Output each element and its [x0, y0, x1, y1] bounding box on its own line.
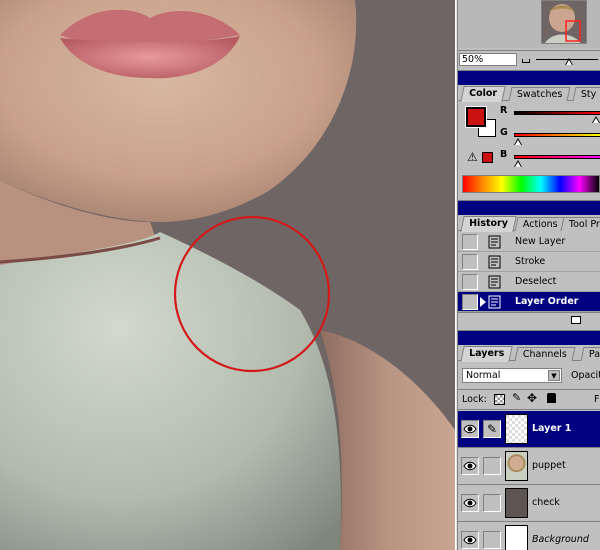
history-panel: History Actions Tool Pr New Layer Stroke D…: [458, 200, 600, 328]
layer-row[interactable]: check: [458, 485, 600, 522]
tab-channels[interactable]: Channels: [514, 347, 576, 361]
layer-thumbnail: [505, 451, 528, 481]
lock-transparent-icon[interactable]: [494, 394, 505, 405]
tab-styles[interactable]: Sty: [572, 87, 600, 101]
layer-name: Layer 1: [532, 423, 572, 434]
tab-swatches[interactable]: Swatches: [508, 87, 571, 101]
tab-layers[interactable]: Layers: [460, 346, 513, 362]
history-item-label: Layer Order: [515, 296, 579, 307]
zoom-slider-handle[interactable]: [565, 58, 573, 65]
tab-color[interactable]: Color: [460, 86, 506, 102]
history-snapshot-box[interactable]: [462, 254, 478, 270]
channel-slider-handle-0[interactable]: [592, 116, 600, 123]
zoom-out-icon[interactable]: [522, 59, 530, 63]
layer-row[interactable]: Background: [458, 522, 600, 550]
history-item[interactable]: Deselect: [458, 272, 600, 292]
channel-slider-1[interactable]: [514, 133, 600, 137]
lock-brush-icon[interactable]: ✎: [512, 391, 521, 404]
layers-panel: Layers Channels Pa Normal ▼ Opacit Lock:…: [458, 330, 600, 550]
layer-thumbnail: [505, 414, 528, 444]
color-panel: Color Swatches Sty ⚠ RGB: [458, 70, 600, 198]
history-snapshot-box[interactable]: [462, 294, 478, 310]
channel-slider-handle-2[interactable]: [514, 160, 522, 167]
warning-triangle-icon[interactable]: ⚠: [467, 151, 478, 163]
navigator-panel: 50%: [458, 0, 600, 68]
color-panel-tabs: Color Swatches Sty: [458, 85, 600, 102]
history-item[interactable]: New Layer: [458, 232, 600, 252]
history-state-icon: [488, 275, 501, 289]
document-canvas[interactable]: [0, 0, 455, 550]
history-panel-button[interactable]: [571, 316, 581, 324]
blend-mode-select[interactable]: Normal ▼: [462, 368, 562, 383]
layer-link-box[interactable]: [483, 494, 501, 512]
visibility-eye-icon[interactable]: [461, 457, 479, 475]
history-snapshot-box[interactable]: [462, 274, 478, 290]
palette-column: 50% Color Swatches Sty ⚠ RGB History Act…: [458, 0, 600, 550]
history-item[interactable]: Layer Order: [458, 292, 600, 312]
brush-icon[interactable]: ✎: [483, 420, 501, 438]
channel-label-1: G: [500, 127, 508, 138]
channel-slider-2[interactable]: [514, 155, 600, 159]
layer-row[interactable]: puppet: [458, 448, 600, 485]
color-ramp[interactable]: [462, 175, 600, 193]
gamut-color-chip[interactable]: [482, 152, 493, 163]
history-item-label: New Layer: [515, 236, 566, 247]
history-panel-titlebar[interactable]: [458, 201, 600, 215]
tab-actions[interactable]: Actions: [514, 217, 567, 231]
channel-slider-0[interactable]: [514, 111, 600, 115]
layer-name: check: [532, 497, 560, 508]
channel-slider-handle-1[interactable]: [514, 138, 522, 145]
navigator-thumbnail[interactable]: [541, 0, 587, 44]
history-item[interactable]: Stroke: [458, 252, 600, 272]
channel-label-2: B: [500, 149, 508, 160]
history-state-marker-icon: [480, 297, 486, 307]
layer-thumbnail: [505, 488, 528, 518]
history-item-label: Deselect: [515, 276, 557, 287]
color-panel-titlebar[interactable]: [458, 71, 600, 85]
tab-tool-presets[interactable]: Tool Pr: [560, 217, 600, 231]
history-state-icon: [488, 255, 501, 269]
history-panel-tabs: History Actions Tool Pr: [458, 215, 600, 232]
lock-all-icon[interactable]: [547, 393, 556, 403]
history-state-icon: [488, 295, 501, 309]
fill-label: F: [594, 394, 600, 405]
opacity-label: Opacit: [571, 370, 600, 381]
history-state-icon: [488, 235, 501, 249]
lock-move-icon[interactable]: ✥: [527, 391, 537, 405]
layer-thumbnail: [505, 525, 528, 550]
layer-link-box[interactable]: [483, 457, 501, 475]
tab-history[interactable]: History: [460, 216, 517, 232]
canvas-image: [0, 0, 455, 550]
visibility-eye-icon[interactable]: [461, 420, 479, 438]
lock-label: Lock:: [462, 394, 487, 405]
layers-panel-titlebar[interactable]: [458, 331, 600, 345]
layer-link-box[interactable]: [483, 531, 501, 549]
history-item-label: Stroke: [515, 256, 546, 267]
zoom-field[interactable]: 50%: [459, 53, 517, 66]
layer-name: puppet: [532, 460, 566, 471]
channel-label-0: R: [500, 105, 508, 116]
foreground-color-swatch[interactable]: [466, 107, 486, 127]
layer-row[interactable]: ✎ Layer 1: [458, 411, 600, 448]
history-snapshot-box[interactable]: [462, 234, 478, 250]
tab-paths[interactable]: Pa: [580, 347, 600, 361]
layers-panel-tabs: Layers Channels Pa: [458, 345, 600, 362]
layer-name: Background: [532, 534, 589, 545]
visibility-eye-icon[interactable]: [461, 531, 479, 549]
chevron-down-icon[interactable]: ▼: [548, 370, 560, 381]
visibility-eye-icon[interactable]: [461, 494, 479, 512]
blend-mode-value: Normal: [466, 370, 501, 381]
